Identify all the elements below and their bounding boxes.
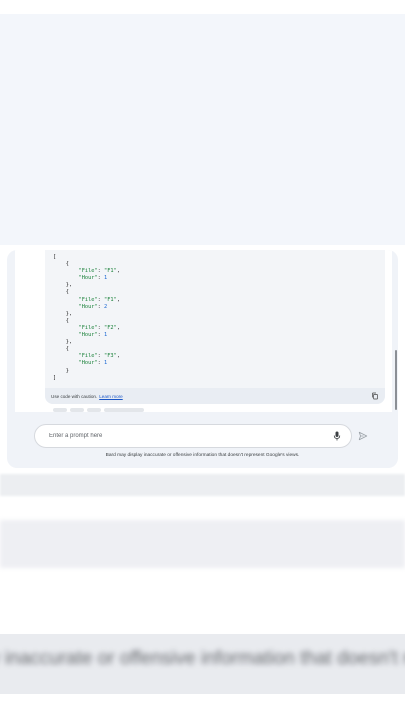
code-line: "File": "F1", (78, 296, 121, 303)
code-value: 1 (104, 275, 108, 282)
code-punctuation: }, (65, 310, 73, 317)
blurred-background-band (0, 520, 405, 568)
blurred-background-top (0, 0, 405, 245)
code-content: [ { "File": "F1", "Hour": 1 }, { "File":… (53, 254, 120, 382)
code-punctuation: { (65, 289, 69, 296)
action-chip[interactable] (53, 408, 67, 412)
code-line: "Hour": 2 (78, 303, 108, 310)
code-block: [ { "File": "F1", "Hour": 1 }, { "File":… (45, 250, 385, 404)
code-key: "Hour" (78, 360, 98, 367)
scrollbar[interactable] (395, 350, 397, 410)
code-value: "F1" (104, 296, 117, 303)
mic-icon[interactable] (333, 431, 341, 441)
code-line: [ (53, 254, 120, 261)
disclaimer-text: Bard may display inaccurate or offensive… (105, 453, 300, 458)
chat-response-area[interactable]: [ { "File": "F1", "Hour": 1 }, { "File":… (15, 250, 392, 412)
code-line: }, (53, 339, 120, 346)
code-footer: Use code with caution. Learn more (45, 388, 385, 404)
code-line: }, (53, 282, 120, 289)
code-punctuation: { (65, 317, 69, 324)
prompt-input[interactable] (49, 433, 333, 439)
code-punctuation: { (65, 261, 69, 268)
code-value: 1 (104, 332, 108, 339)
code-punctuation: [ (53, 254, 57, 260)
code-line: "Hour": 1 (78, 360, 108, 367)
code-line: } (53, 368, 120, 375)
code-line: "File": "F3", (78, 353, 121, 360)
code-key: "File" (78, 353, 98, 360)
code-key: "Hour" (78, 275, 98, 282)
code-caution-text: Use code with caution. (51, 393, 98, 399)
code-punctuation: } (65, 367, 69, 374)
code-line: "Hour": 1 (78, 275, 108, 282)
code-value: "F1" (104, 268, 117, 275)
code-line: "File": "F1", (78, 268, 121, 275)
response-action-chips (53, 408, 144, 412)
code-value: 2 (104, 303, 108, 310)
code-key: "Hour" (78, 332, 98, 339)
code-punctuation: }, (65, 282, 73, 289)
learn-more-link[interactable]: Learn more (99, 394, 123, 399)
prompt-bar[interactable] (34, 424, 352, 448)
send-icon[interactable] (358, 431, 368, 441)
action-chip[interactable] (104, 408, 144, 412)
code-line: { (53, 289, 120, 296)
blurred-background-band (0, 474, 405, 496)
code-punctuation: { (65, 346, 69, 353)
code-line: "Hour": 1 (78, 332, 108, 339)
code-line: ] (53, 375, 120, 382)
code-value: "F3" (104, 353, 117, 360)
action-chip[interactable] (87, 408, 101, 412)
blurred-disclaimer-text: y inaccurate or offensive information th… (0, 648, 405, 669)
code-line: { (53, 318, 120, 325)
code-punctuation: ] (53, 374, 57, 381)
action-chip[interactable] (70, 408, 84, 412)
code-line: "File": "F2", (78, 324, 121, 331)
status-bar-area (0, 0, 405, 14)
code-punctuation: }, (65, 339, 73, 346)
code-key: "File" (78, 296, 98, 303)
code-line: }, (53, 311, 120, 318)
code-key: "Hour" (78, 303, 98, 310)
code-key: "File" (78, 324, 98, 331)
code-line: { (53, 346, 120, 353)
code-line: { (53, 261, 120, 268)
code-value: "F2" (104, 324, 117, 331)
code-value: 1 (104, 360, 108, 367)
bard-chat-card: [ { "File": "F1", "Hour": 1 }, { "File":… (7, 250, 398, 468)
copy-icon[interactable] (371, 392, 379, 400)
code-key: "File" (78, 268, 98, 275)
